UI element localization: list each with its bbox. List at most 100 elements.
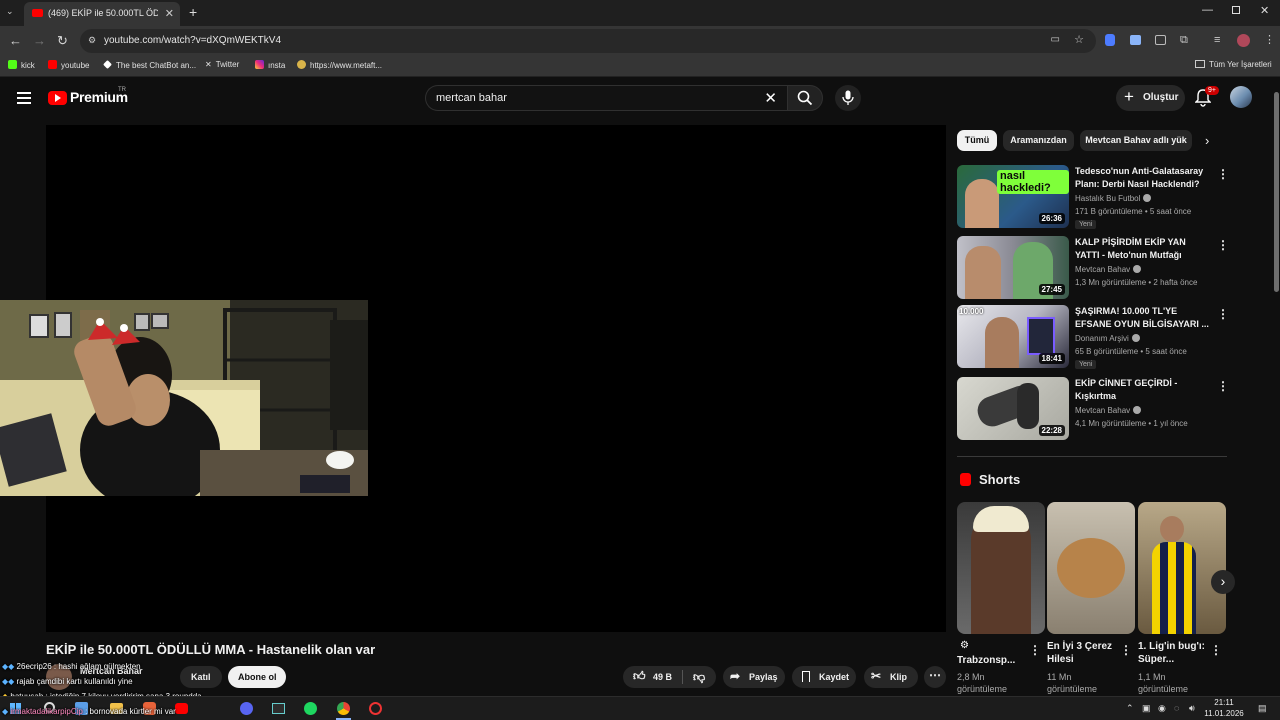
save-button[interactable]: Kaydet bbox=[792, 666, 856, 688]
channel-name[interactable]: Mevtcan Bahav bbox=[1075, 406, 1142, 415]
restore-button[interactable] bbox=[1232, 6, 1240, 14]
minimize-button[interactable]: — bbox=[1202, 4, 1213, 16]
all-bookmarks[interactable]: Tüm Yer İşaretleri bbox=[1195, 60, 1272, 69]
recommendation-item[interactable]: 22:28 EKİP CİNNET GEÇİRDİ - Kışkırtma Me… bbox=[957, 377, 1229, 441]
more-vertical-icon[interactable]: ⋮ bbox=[1217, 238, 1229, 252]
video-duration: 27:45 bbox=[1038, 284, 1065, 295]
clear-search-icon[interactable]: ✕ bbox=[764, 89, 777, 107]
notification-center-icon[interactable]: ▤ bbox=[1258, 703, 1267, 714]
video-thumbnail[interactable]: 22:28 bbox=[957, 377, 1069, 440]
app-icon[interactable] bbox=[369, 702, 382, 715]
video-thumbnail[interactable]: nasıl hackledi? 26:36 bbox=[957, 165, 1069, 228]
terminal-icon[interactable] bbox=[272, 703, 285, 714]
chrome-icon[interactable] bbox=[337, 702, 350, 715]
search-button[interactable] bbox=[787, 85, 823, 111]
channel-name[interactable]: Donanım Arşivi bbox=[1075, 334, 1140, 343]
like-button[interactable]: 👍︎ 49 B bbox=[623, 666, 681, 688]
video-title[interactable]: KALP PİŞİRDİM EKİP YAN YATTI - Meto'nun … bbox=[1075, 236, 1210, 262]
menu-icon[interactable] bbox=[17, 92, 31, 104]
extensions-puzzle-icon[interactable]: ⧉ bbox=[1180, 34, 1188, 47]
join-button[interactable]: Katıl bbox=[180, 666, 222, 688]
short-thumbnail[interactable] bbox=[957, 502, 1045, 634]
search-input[interactable]: mertcan bahar ✕ bbox=[425, 85, 787, 111]
thumbnail-person bbox=[965, 246, 1001, 299]
extension-icon[interactable] bbox=[1130, 35, 1141, 45]
chip-from-search[interactable]: Aramanızdan bbox=[1003, 130, 1074, 151]
channel-name[interactable]: Hastalık Bu Futbol bbox=[1075, 194, 1152, 203]
recommendation-item[interactable]: 10.000 18:41 ŞAŞIRMA! 10.000 TL'YE EFSAN… bbox=[957, 305, 1229, 369]
time: 21:11 bbox=[1214, 698, 1234, 707]
dislike-button[interactable]: 👎︎ bbox=[685, 666, 715, 688]
create-button[interactable]: + Oluştur bbox=[1116, 85, 1185, 111]
more-vertical-icon[interactable]: ⋮ bbox=[1217, 379, 1229, 393]
video-title[interactable]: ŞAŞIRMA! 10.000 TL'YE EFSANE OYUN BİLGİS… bbox=[1075, 305, 1210, 331]
tray-overflow-icon[interactable]: ⌃ bbox=[1126, 703, 1134, 714]
bookmark-twitter[interactable]: ✕ Twitter bbox=[205, 60, 239, 69]
tray-app-icon[interactable]: ◉ bbox=[1158, 703, 1166, 714]
short-views: 2,8 Mn görüntüleme bbox=[957, 672, 1008, 694]
youtube-taskbar-icon[interactable] bbox=[175, 703, 188, 714]
shorts-next-button[interactable]: › bbox=[1211, 570, 1235, 594]
video-title[interactable]: Tedesco'nun Anti-Galatasaray Planı: Derb… bbox=[1075, 165, 1210, 191]
url-field[interactable]: ⚙ youtube.com/watch?v=dXQmWEKTkV4 ▭ ☆ bbox=[80, 29, 1096, 53]
short-thumbnail[interactable] bbox=[1138, 502, 1226, 634]
short-title[interactable]: 1. Lig'in bug'ı: Süper... bbox=[1138, 640, 1208, 666]
volume-icon[interactable]: 🔊︎ bbox=[1189, 703, 1195, 714]
spotify-icon[interactable] bbox=[304, 702, 317, 715]
extension-icon[interactable] bbox=[1155, 35, 1166, 45]
new-tab-button[interactable]: + bbox=[189, 4, 197, 20]
short-title[interactable]: Trabzonsp... bbox=[957, 654, 1027, 667]
video-thumbnail[interactable]: 27:45 bbox=[957, 236, 1069, 299]
create-label: Oluştur bbox=[1143, 92, 1179, 103]
recommendation-item[interactable]: 27:45 KALP PİŞİRDİM EKİP YAN YATTI - Met… bbox=[957, 236, 1229, 300]
bookmark-chatbot[interactable]: The best ChatBot an... bbox=[103, 60, 196, 70]
short-title[interactable]: En İyi 3 Çerez Hilesi bbox=[1047, 640, 1117, 666]
more-vertical-icon[interactable]: ⋮ bbox=[1210, 643, 1222, 657]
bookmark-star-icon[interactable]: ☆ bbox=[1074, 33, 1084, 46]
bookmark-kick[interactable]: kick bbox=[8, 60, 35, 70]
video-thumbnail[interactable]: 10.000 18:41 bbox=[957, 305, 1069, 368]
extension-icon[interactable] bbox=[1105, 34, 1115, 46]
youtube-logo-icon[interactable] bbox=[48, 91, 67, 105]
discord-icon[interactable] bbox=[240, 702, 253, 715]
back-button[interactable]: ← bbox=[9, 33, 22, 48]
chevron-right-icon[interactable]: › bbox=[1205, 133, 1209, 148]
more-vertical-icon[interactable]: ⋮ bbox=[1029, 643, 1041, 657]
save-label: Kaydet bbox=[819, 672, 850, 682]
reload-button[interactable]: ↻ bbox=[57, 33, 68, 49]
browser-tab[interactable]: (469) EKİP ile 50.000TL ÖDÜLLÜ ✕ bbox=[24, 2, 180, 26]
subscribe-button[interactable]: Abone ol bbox=[228, 666, 286, 688]
tray-app-icon[interactable]: ▣ bbox=[1142, 703, 1151, 714]
chip-all[interactable]: Tümü bbox=[957, 130, 997, 151]
account-avatar[interactable] bbox=[1230, 86, 1252, 108]
profile-avatar-icon[interactable] bbox=[1237, 34, 1250, 47]
cast-icon[interactable]: ▭ bbox=[1051, 34, 1060, 45]
voice-search-button[interactable] bbox=[835, 85, 861, 111]
close-window-button[interactable]: ✕ bbox=[1260, 4, 1269, 17]
close-tab-icon[interactable]: ✕ bbox=[165, 7, 174, 20]
clip-button[interactable]: ✂ Klip bbox=[864, 666, 918, 688]
network-icon[interactable]: ◌ bbox=[1174, 703, 1179, 713]
video-title[interactable]: EKİP CİNNET GEÇİRDİ - Kışkırtma bbox=[1075, 377, 1210, 403]
bookmark-youtube[interactable]: youtube bbox=[48, 60, 89, 70]
reading-list-icon[interactable]: ≡ bbox=[1214, 34, 1220, 46]
short-thumbnail[interactable] bbox=[1047, 502, 1135, 634]
more-vertical-icon[interactable]: ⋮ bbox=[1217, 167, 1229, 181]
video-meta: 4,1 Mn görüntüleme • 1 yıl önce bbox=[1075, 419, 1188, 428]
thumbnail-cookie bbox=[1057, 538, 1125, 598]
more-vertical-icon[interactable]: ⋮ bbox=[1120, 643, 1132, 657]
scrollbar-thumb[interactable] bbox=[1274, 92, 1279, 292]
chip-channel[interactable]: Mevtcan Bahav adlı yük bbox=[1080, 130, 1192, 151]
forward-button[interactable]: → bbox=[33, 33, 46, 48]
recommendation-item[interactable]: nasıl hackledi? 26:36 Tedesco'nun Anti-G… bbox=[957, 165, 1229, 229]
more-actions-button[interactable]: ⋯ bbox=[924, 666, 946, 688]
channel-name[interactable]: Mevtcan Bahav bbox=[1075, 265, 1142, 274]
site-info-icon[interactable]: ⚙ bbox=[88, 35, 96, 46]
tab-list-button[interactable]: ⌄ bbox=[6, 6, 14, 17]
share-button[interactable]: ➦ Paylaş bbox=[723, 666, 785, 688]
more-vertical-icon[interactable]: ⋮ bbox=[1217, 307, 1229, 321]
taskbar-clock[interactable]: 21:11 11.01.2026 bbox=[1204, 697, 1244, 719]
browser-menu-icon[interactable]: ⋮ bbox=[1264, 33, 1275, 46]
bookmark-instagram[interactable]: ınsta bbox=[255, 60, 285, 70]
bookmark-metaft[interactable]: https://www.metaft... bbox=[297, 60, 382, 70]
